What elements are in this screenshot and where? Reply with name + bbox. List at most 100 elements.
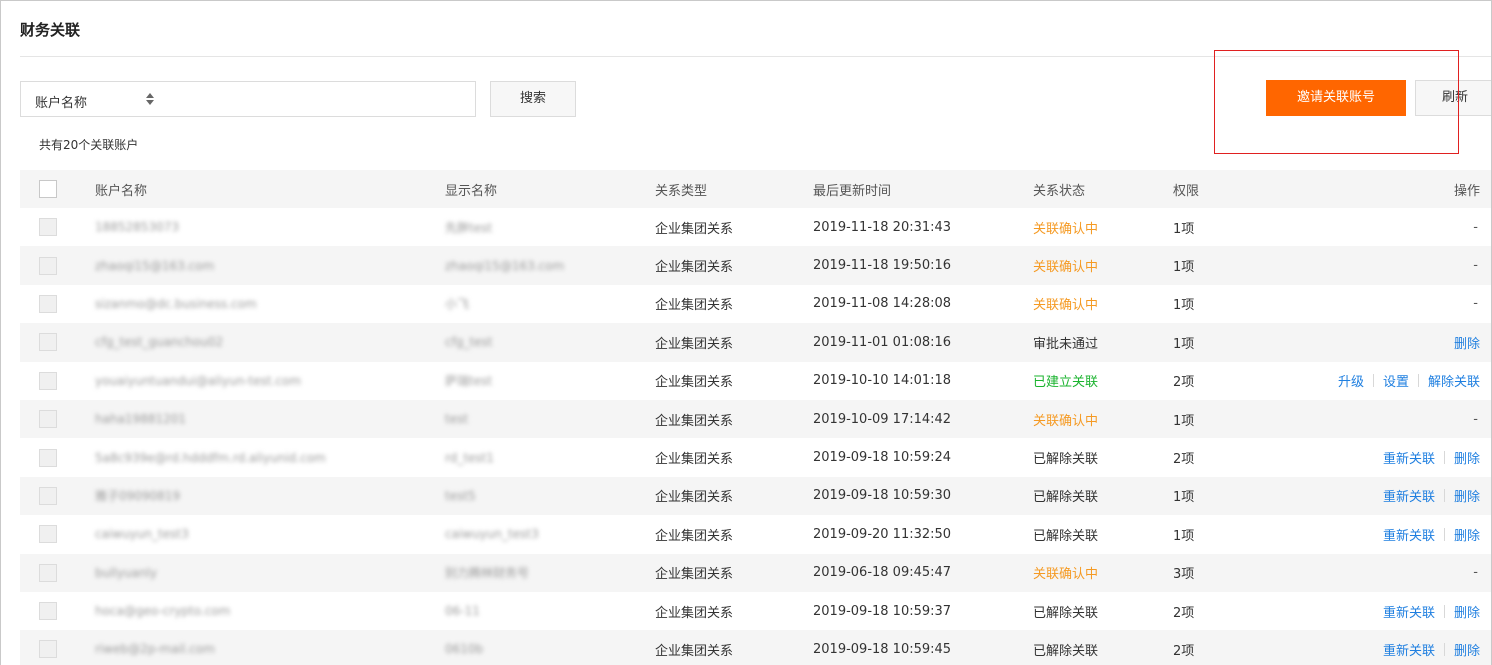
select-label: 账户名称 [35, 96, 88, 111]
permission-count: 1项 [1173, 221, 1195, 237]
table-row: bullyuanly 别力腾林财务号 企业集团关系 2019-06-18 09:45:… [20, 553, 1491, 592]
linked-accounts-table: 账户名称 显示名称 关系类型 最后更新时间 关系状态 权限 操作 1885285… [20, 170, 1491, 665]
relink-link[interactable]: 重新关联 [1383, 448, 1435, 467]
last-updated: 2019-10-09 17:14:42 [813, 411, 952, 427]
table-row: 雅子09090819 test5 企业集团关系 2019-09-18 10:59:30… [20, 476, 1491, 516]
row-actions: 重新关联 删除 [1383, 515, 1480, 553]
account-name: haha19881201 [95, 412, 186, 427]
row-checkbox[interactable] [39, 400, 57, 438]
row-checkbox[interactable] [39, 630, 57, 665]
relink-link[interactable]: 重新关联 [1383, 602, 1435, 621]
display-name: 小飞 [445, 297, 470, 312]
delete-link[interactable]: 删除 [1454, 525, 1480, 544]
relation-status: 审批未通过 [1033, 336, 1099, 352]
row-checkbox[interactable] [39, 592, 57, 630]
relation-type: 企业集团关系 [655, 528, 734, 544]
account-name: hoca@geo-crypto.com [95, 604, 231, 619]
select-all-checkbox[interactable] [39, 170, 57, 208]
last-updated: 2019-09-18 10:59:37 [813, 603, 952, 619]
permission-count: 1项 [1173, 298, 1195, 314]
display-name: cfg_test [445, 335, 493, 350]
row-checkbox[interactable] [39, 515, 57, 553]
delete-link[interactable]: 删除 [1454, 640, 1480, 659]
display-name: zhaoqi15@163.com [445, 258, 565, 273]
row-checkbox[interactable] [39, 323, 57, 361]
relation-type: 企业集团关系 [655, 260, 734, 276]
account-name: 18852853073 [95, 220, 179, 235]
action-separator [1372, 374, 1374, 388]
account-name: zhaoqi15@163.com [95, 258, 215, 273]
relink-link[interactable]: 重新关联 [1383, 640, 1435, 659]
search-button[interactable]: 搜索 [490, 81, 576, 117]
row-checkbox[interactable] [39, 246, 57, 284]
row-actions: 重新关联 删除 [1383, 592, 1480, 630]
relation-status: 关联确认中 [1033, 413, 1099, 429]
relation-status: 已解除关联 [1033, 528, 1099, 544]
last-updated: 2019-11-18 20:31:43 [813, 219, 952, 235]
table-row: riweb@2p-mail.com 0610b 企业集团关系 2019-09-18 1… [20, 630, 1491, 665]
row-checkbox[interactable] [39, 438, 57, 476]
no-action: - [1473, 565, 1478, 581]
delete-link[interactable]: 删除 [1454, 602, 1480, 621]
row-actions: 重新关联 删除 [1383, 438, 1480, 476]
column-header: 权限 [1173, 183, 1200, 199]
last-updated: 2019-09-20 11:32:50 [813, 526, 952, 542]
relink-link[interactable]: 重新关联 [1383, 525, 1435, 544]
delete-link[interactable]: 删除 [1454, 333, 1480, 352]
page-title: 财务关联 [20, 21, 81, 39]
last-updated: 2019-09-18 10:59:45 [813, 641, 952, 657]
row-checkbox[interactable] [39, 208, 57, 246]
display-name: caiwuyun_test3 [445, 527, 539, 542]
upgrade-link[interactable]: 升级 [1338, 371, 1364, 390]
row-checkbox[interactable] [39, 285, 57, 323]
relation-type: 企业集团关系 [655, 298, 734, 314]
no-action: - [1473, 219, 1478, 235]
permission-count: 1项 [1173, 413, 1195, 429]
table-row: 18852853073 先胖test 企业集团关系 2019-11-18 20:31:… [20, 208, 1491, 246]
relation-type: 企业集团关系 [655, 452, 734, 468]
row-actions: - [1473, 554, 1480, 592]
column-header: 显示名称 [445, 183, 498, 199]
permission-count: 2项 [1173, 452, 1195, 468]
relation-type: 企业集团关系 [655, 336, 734, 352]
row-checkbox[interactable] [39, 477, 57, 515]
account-name: sizanmo@dc.business.com [95, 296, 257, 311]
relation-type: 企业集团关系 [655, 375, 734, 391]
no-action: - [1473, 296, 1478, 312]
action-separator [1443, 642, 1445, 656]
display-name: 先胖test [445, 220, 493, 235]
settings-link[interactable]: 设置 [1383, 371, 1409, 390]
display-name: 别力腾林财务号 [445, 566, 530, 581]
permission-count: 1项 [1173, 528, 1195, 544]
display-name: 06-11 [445, 604, 480, 619]
unlink-link[interactable]: 解除关联 [1428, 371, 1480, 390]
relink-link[interactable]: 重新关联 [1383, 486, 1435, 505]
delete-link[interactable]: 删除 [1454, 448, 1480, 467]
permission-count: 2项 [1173, 643, 1195, 659]
invite-linked-account-button[interactable]: 邀请关联账号 [1266, 80, 1406, 116]
relation-status: 关联确认中 [1033, 298, 1099, 314]
table-row: caiwuyun_test3 caiwuyun_test3 企业集团关系 2019-0… [20, 515, 1491, 553]
account-name: cfg_test_guanchou02 [95, 335, 224, 350]
last-updated: 2019-09-18 10:59:30 [813, 488, 952, 504]
relation-status: 已解除关联 [1033, 605, 1099, 621]
row-checkbox[interactable] [39, 362, 57, 400]
permission-count: 1项 [1173, 260, 1195, 276]
relation-status: 已解除关联 [1033, 452, 1099, 468]
row-actions: 升级 设置 解除关联 [1338, 362, 1480, 400]
row-actions: - [1473, 208, 1480, 246]
delete-link[interactable]: 删除 [1454, 486, 1480, 505]
table-row: hoca@geo-crypto.com 06-11 企业集团关系 2019-09-18… [20, 592, 1491, 630]
refresh-button[interactable]: 刷新 [1415, 80, 1491, 116]
page-frame: 财务关联 账户名称 搜索 邀请关联账号 刷新 共有20个关联账户 账户名称 显示… [0, 0, 1492, 665]
row-actions: - [1473, 400, 1480, 438]
last-updated: 2019-11-18 19:50:16 [813, 258, 952, 274]
relation-status: 已建立关联 [1033, 375, 1099, 391]
account-name-select[interactable]: 账户名称 [20, 81, 476, 117]
relation-type: 企业集团关系 [655, 490, 734, 506]
row-checkbox[interactable] [39, 554, 57, 592]
action-separator [1443, 527, 1445, 541]
no-action: - [1473, 258, 1478, 274]
account-name: caiwuyun_test3 [95, 527, 189, 542]
permission-count: 2项 [1173, 605, 1195, 621]
